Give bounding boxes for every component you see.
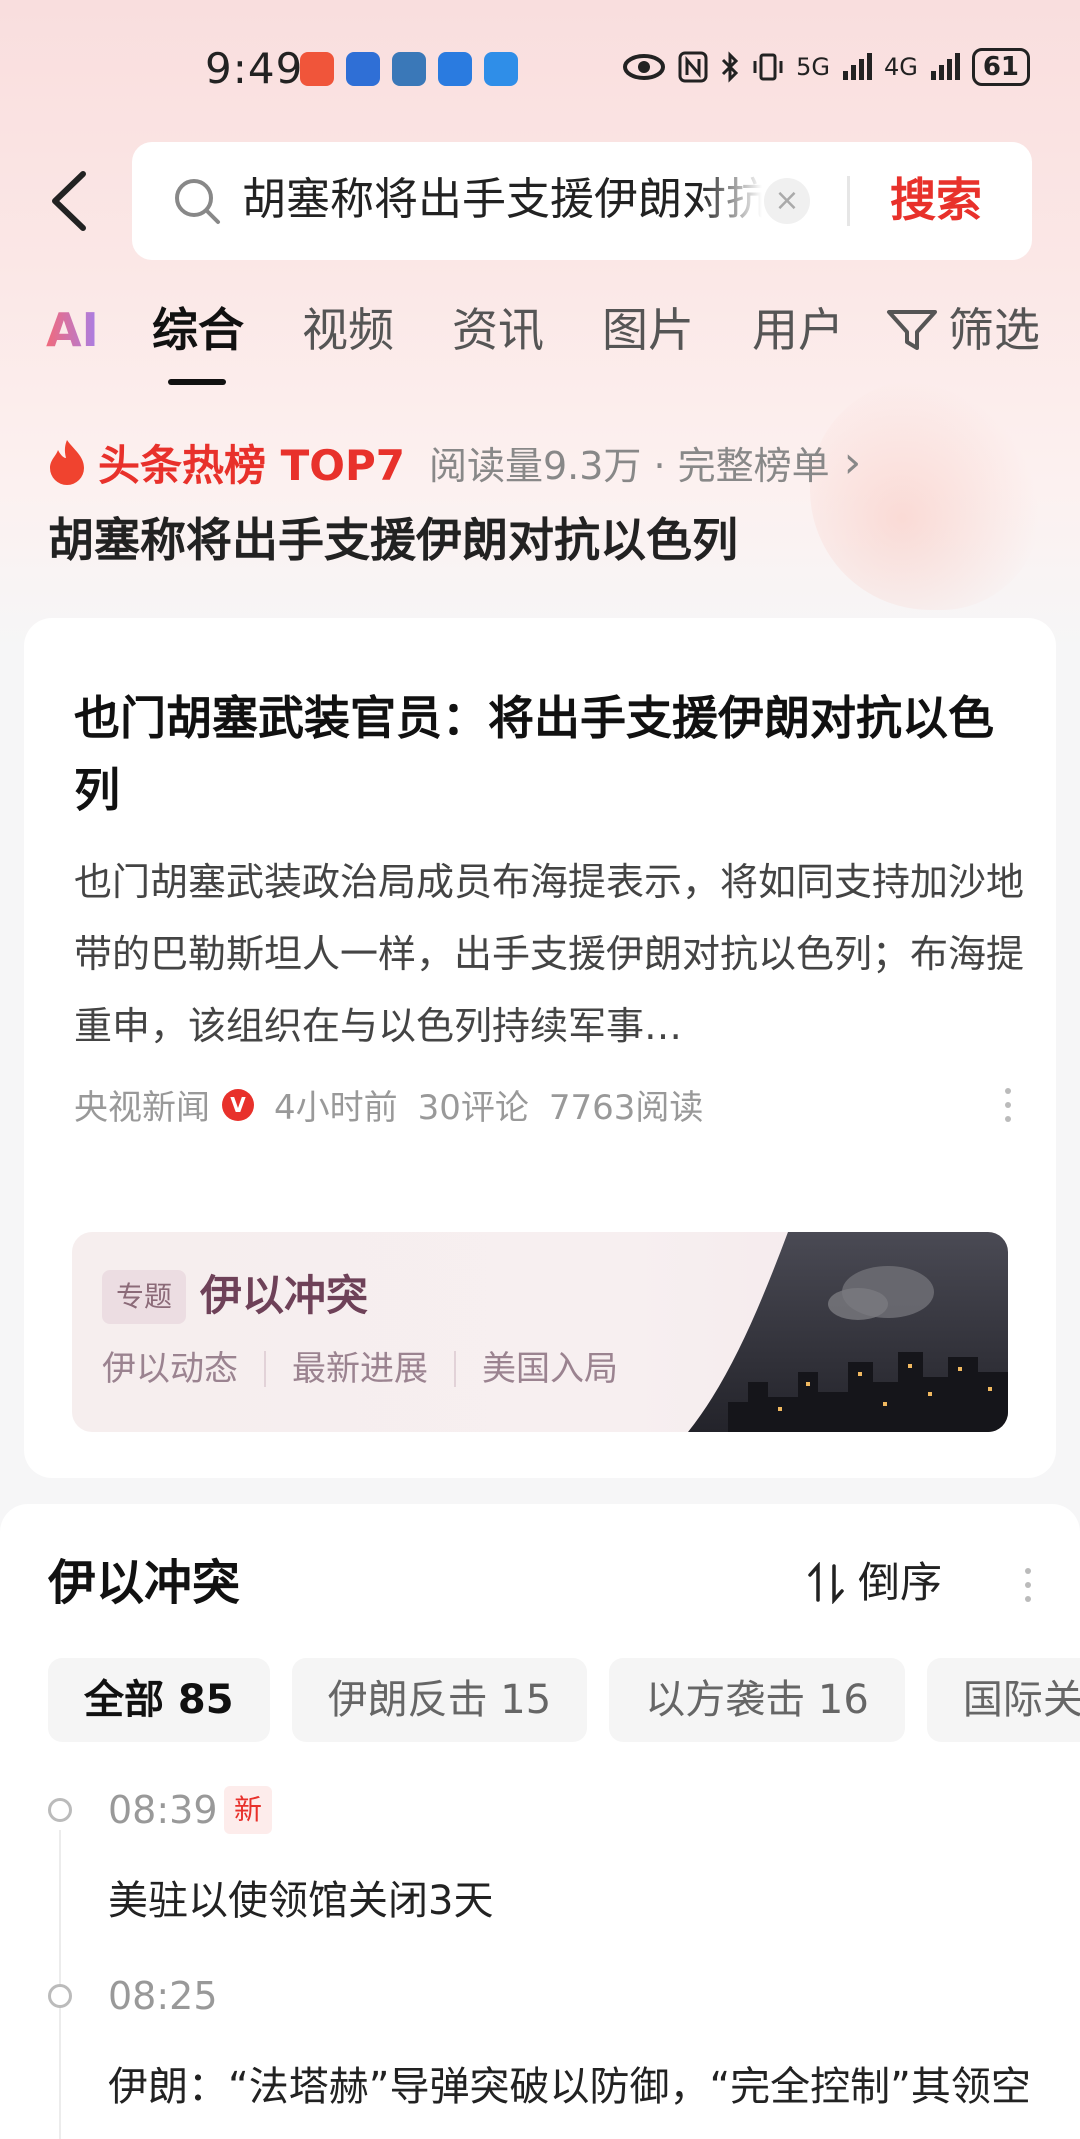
network-5g-label: 5G [796,53,830,81]
topic-link-divider [264,1351,266,1387]
timeline-more-icon[interactable] [1024,1568,1032,1610]
article-time: 4小时前 [274,1088,398,1128]
tab-news[interactable]: 资讯 [452,295,544,365]
timeline-item-text[interactable]: 伊朗：“法塔赫”导弹突破以防御，“完全控制”其领空 [108,2052,1048,2122]
hot-list-entry[interactable]: 头条热榜 TOP7 阅读量9.3万 · 完整榜单 › [46,432,861,492]
timeline-title: 伊以冲突 [48,1555,241,1611]
article-source[interactable]: 央视新闻 [74,1080,210,1129]
timeline-dot [48,1984,72,2008]
verified-badge-icon: V [222,1088,254,1121]
topic-link-dynamics[interactable]: 伊以动态 [102,1344,238,1394]
active-tab-indicator [168,379,226,385]
timeline-item-time: 08:39 [108,1788,218,1832]
category-tabs: AI 综合 视频 资讯 图片 用户 筛选 [0,295,1080,395]
app-icon-2 [346,52,380,86]
article-comments: 30评论 [417,1088,529,1128]
tab-comprehensive[interactable]: 综合 [152,295,244,365]
bluetooth-icon [722,51,739,83]
topic-links: 伊以动态 最新进展 美国入局 [102,1344,618,1394]
nfc-icon [678,51,708,83]
article-reads: 7763阅读 [548,1088,704,1128]
status-indicators: 5G 4G 61 [622,48,1030,86]
chip-iran-counterattack[interactable]: 伊朗反击 15 [291,1658,588,1742]
filter-icon [887,310,937,350]
timeline-filter-chips: 全部 85 伊朗反击 15 以方袭击 16 国际关 [48,1658,1080,1744]
timeline-item-text[interactable]: 美驻以使领馆关闭3天 [108,1866,1048,1936]
network-4g-label: 4G [883,53,918,81]
topic-title[interactable]: 伊以冲突 [200,1264,368,1328]
app-icon-5 [484,52,518,86]
topic-card[interactable]: 专题 伊以冲突 伊以动态 最新进展 美国入局 [72,1232,1008,1432]
status-bar: 9:49 5G 4G 61 [0,0,1080,130]
chevron-right-icon: › [843,436,862,488]
article-card[interactable]: 也门胡塞武装官员：将出手支援伊朗对抗以色列 也门胡塞武装政治局成员布海提表示，将… [24,618,1056,1478]
tab-users[interactable]: 用户 [752,295,844,365]
search-bar[interactable]: 胡塞称将出手支援伊朗对抗以色列 × 搜索 [132,142,1032,260]
topic-link-us[interactable]: 美国入局 [482,1344,618,1394]
chip-international[interactable]: 国际关 [926,1658,1080,1742]
search-divider [847,176,850,226]
clear-search-button[interactable]: × [764,178,810,224]
filter-label: 筛选 [948,303,1040,357]
search-button[interactable]: 搜索 [890,170,982,230]
sort-button[interactable]: 倒序 [806,1550,942,1616]
status-time: 9:49 [205,44,304,93]
flame-icon [50,440,84,485]
article-meta: 央视新闻 V 4小时前 30评论 7763阅读 [74,1080,703,1129]
article-abstract: 也门胡塞武装政治局成员布海提表示，将如同支持加沙地带的巴勒斯坦人一样，出手支援伊… [74,860,1024,1048]
topic-link-latest[interactable]: 最新进展 [292,1344,428,1394]
sort-label: 倒序 [858,1558,943,1607]
search-icon [175,179,220,224]
battery-indicator: 61 [971,48,1030,86]
topic-tag: 专题 [102,1270,186,1324]
filter-button[interactable]: 筛选 [886,295,1040,365]
article-title[interactable]: 也门胡塞武装官员：将出手支援伊朗对抗以色列 [74,682,1014,826]
timeline-section: 伊以冲突 倒序 全部 85 伊朗反击 15 以方袭击 16 国际关 08:39 新 美… [0,1504,1080,2139]
chip-israel-strike[interactable]: 以方袭击 16 [609,1658,905,1742]
signal-icon-2 [930,53,960,80]
timeline-item-time: 08:25 [108,1974,218,2018]
signal-icon [842,53,872,80]
sort-icon [808,1562,844,1604]
tab-video[interactable]: 视频 [302,295,394,365]
hot-list-title[interactable]: 胡塞称将出手支援伊朗对抗以色列 [48,508,738,572]
new-badge: 新 [224,1786,272,1834]
vibrate-icon [753,53,783,81]
tab-images[interactable]: 图片 [602,295,694,365]
chip-all[interactable]: 全部 85 [48,1658,270,1742]
eye-icon [623,54,666,80]
tab-ai[interactable]: AI [46,295,99,365]
hot-list-label: 头条热榜 TOP7 [98,440,405,490]
back-arrow-icon[interactable] [45,168,93,234]
topic-link-divider [454,1351,456,1387]
search-input[interactable]: 胡塞称将出手支援伊朗对抗以色列 [242,170,762,230]
timeline-dot [48,1798,72,1822]
hot-list-meta: 阅读量9.3万 · 完整榜单 [428,443,830,488]
app-icon-3 [392,52,426,86]
app-icon-4 [438,52,472,86]
more-options-icon[interactable] [1004,1088,1012,1128]
status-app-icons [300,52,518,86]
app-icon-1 [300,52,334,86]
topic-night-city-image [688,1232,1008,1432]
